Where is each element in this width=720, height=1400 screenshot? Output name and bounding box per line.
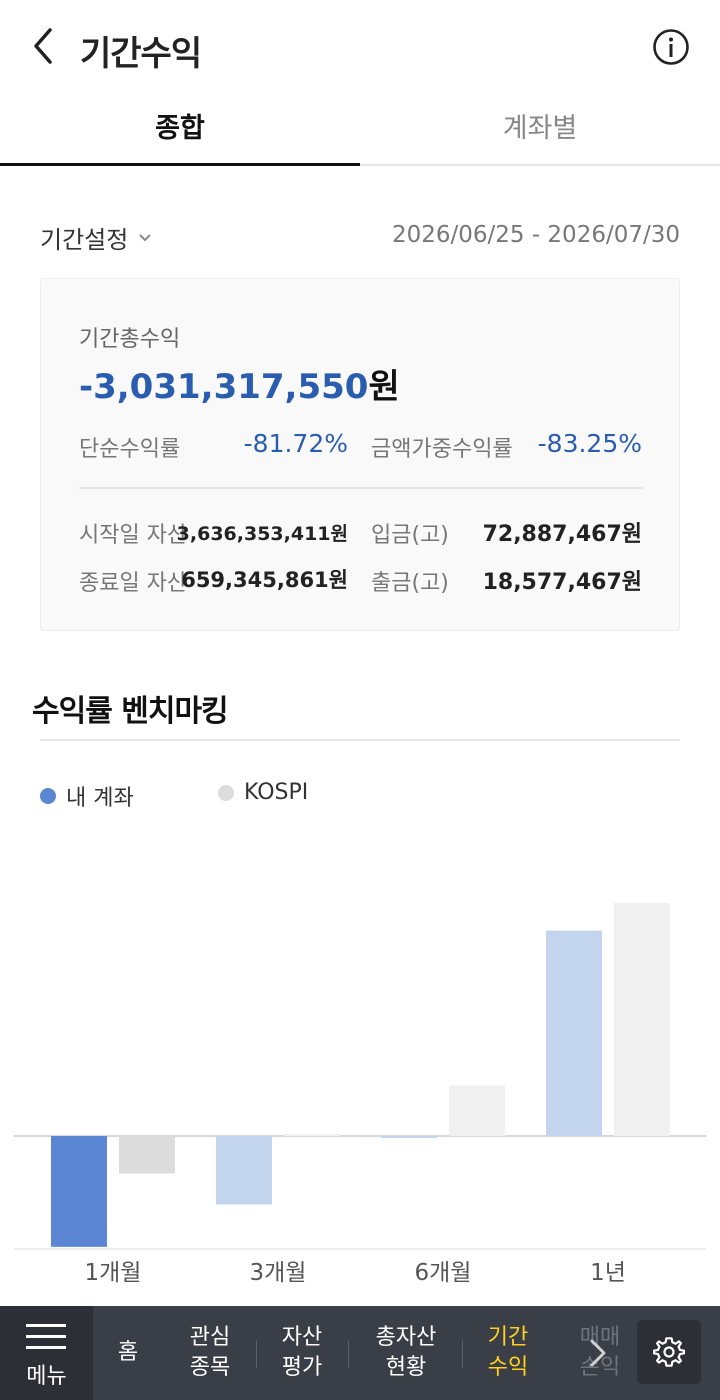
start-asset-value: 3,636,353,411원 [176,523,348,545]
legend-kospi[interactable]: KOSPI [218,780,308,805]
total-profit-unit: 원 [368,367,400,407]
start-asset-label: 시작일 자산 [79,523,188,548]
end-asset-value: 659,345,861원 [181,568,348,592]
total-profit-label: 기간총수익 [79,327,181,352]
legend-my-account[interactable]: 내 계좌 [40,780,134,812]
x-tick-label[interactable]: 1개월 [85,1260,142,1286]
bar-my-account-1[interactable] [216,1136,272,1205]
total-profit: -3,031,317,550원 [79,359,400,408]
nav-item-watchlist[interactable]: 관심 종목 [170,1306,250,1400]
info-button[interactable] [652,28,690,66]
chevron-down-icon [139,233,152,241]
hamburger-icon [26,1324,66,1357]
nav-label-total-assets: 총자산 현황 [375,1325,437,1380]
deposit-label: 입금(고) [371,523,449,548]
benchmark-title: 수익률 벤치마킹 [32,694,229,729]
gear-icon [653,1337,685,1367]
legend-my-account-label: 내 계좌 [66,786,134,811]
simple-rate-value: -81.72% [243,429,348,458]
nav-label-period-profit: 기간 수익 [487,1325,529,1380]
nav-item-period-profit[interactable]: 기간 수익 [468,1306,548,1400]
tab-bar: 종합 계좌별 [0,96,720,166]
bar-my-account-0[interactable] [51,1136,107,1247]
x-tick-label[interactable]: 6개월 [415,1260,472,1286]
section-divider [40,739,680,741]
back-button[interactable] [26,24,62,68]
info-icon [653,29,689,65]
page-title: 기간수익 [80,34,202,74]
app-header: 기간수익 [0,0,720,96]
nav-item-asset-eval[interactable]: 자산 평가 [262,1306,342,1400]
chevron-left-icon [34,28,52,64]
nav-item-total-assets[interactable]: 총자산 현황 [356,1306,456,1400]
simple-rate-label: 단순수익률 [79,437,181,462]
chevron-right-icon [590,1339,606,1367]
benchmark-bar-chart: 1개월 3개월 6개월 1년 [14,902,706,1286]
bar-my-account-3[interactable] [546,930,602,1136]
summary-card: 기간총수익 -3,031,317,550원 단순수익률 -81.72% 금액가중… [40,278,680,631]
weighted-rate-value: -83.25% [537,429,642,458]
legend-dot-my-account [40,788,56,804]
bar-kospi-0[interactable] [119,1136,175,1174]
nav-label-watchlist: 관심 종목 [189,1325,231,1380]
nav-label-home: 홈 [117,1340,139,1365]
legend-dot-kospi [218,784,234,801]
withdraw-label: 출금(고) [371,571,449,596]
nav-separator [348,1340,349,1368]
bar-kospi-1[interactable] [284,1134,340,1136]
total-profit-value: -3,031,317,550 [79,367,369,407]
deposit-value: 72,887,467원 [482,522,642,547]
nav-scroll-right-button[interactable] [582,1336,612,1370]
bar-my-account-2[interactable] [381,1136,437,1138]
x-tick-label[interactable]: 3개월 [250,1260,307,1286]
menu-button[interactable]: 메뉴 [0,1306,93,1400]
end-asset-label: 종료일 자산 [79,571,188,596]
nav-item-home[interactable]: 홈 [102,1306,154,1400]
nav-separator [256,1340,257,1368]
withdraw-value: 18,577,467원 [482,570,642,595]
period-select-label: 기간설정 [40,226,129,254]
tab-by-account[interactable]: 계좌별 [360,96,720,166]
menu-label: 메뉴 [26,1364,67,1389]
nav-label-asset-eval: 자산 평가 [281,1325,323,1380]
nav-separator [462,1340,463,1368]
legend-kospi-label: KOSPI [244,780,309,805]
x-tick-label[interactable]: 1년 [590,1260,626,1286]
weighted-rate-label: 금액가중수익률 [371,437,513,462]
card-divider [79,487,643,489]
period-select[interactable]: 기간설정 [40,220,152,255]
settings-button[interactable] [637,1320,701,1384]
tab-overall[interactable]: 종합 [0,96,360,166]
bottom-nav: 메뉴 홈 관심 종목 자산 평가 총자산 현황 기간 수익 매매 손익 [0,1306,720,1400]
period-range: 2026/06/25 - 2026/07/30 [391,222,680,248]
bar-kospi-3[interactable] [614,902,670,1136]
bar-kospi-2[interactable] [449,1085,505,1136]
